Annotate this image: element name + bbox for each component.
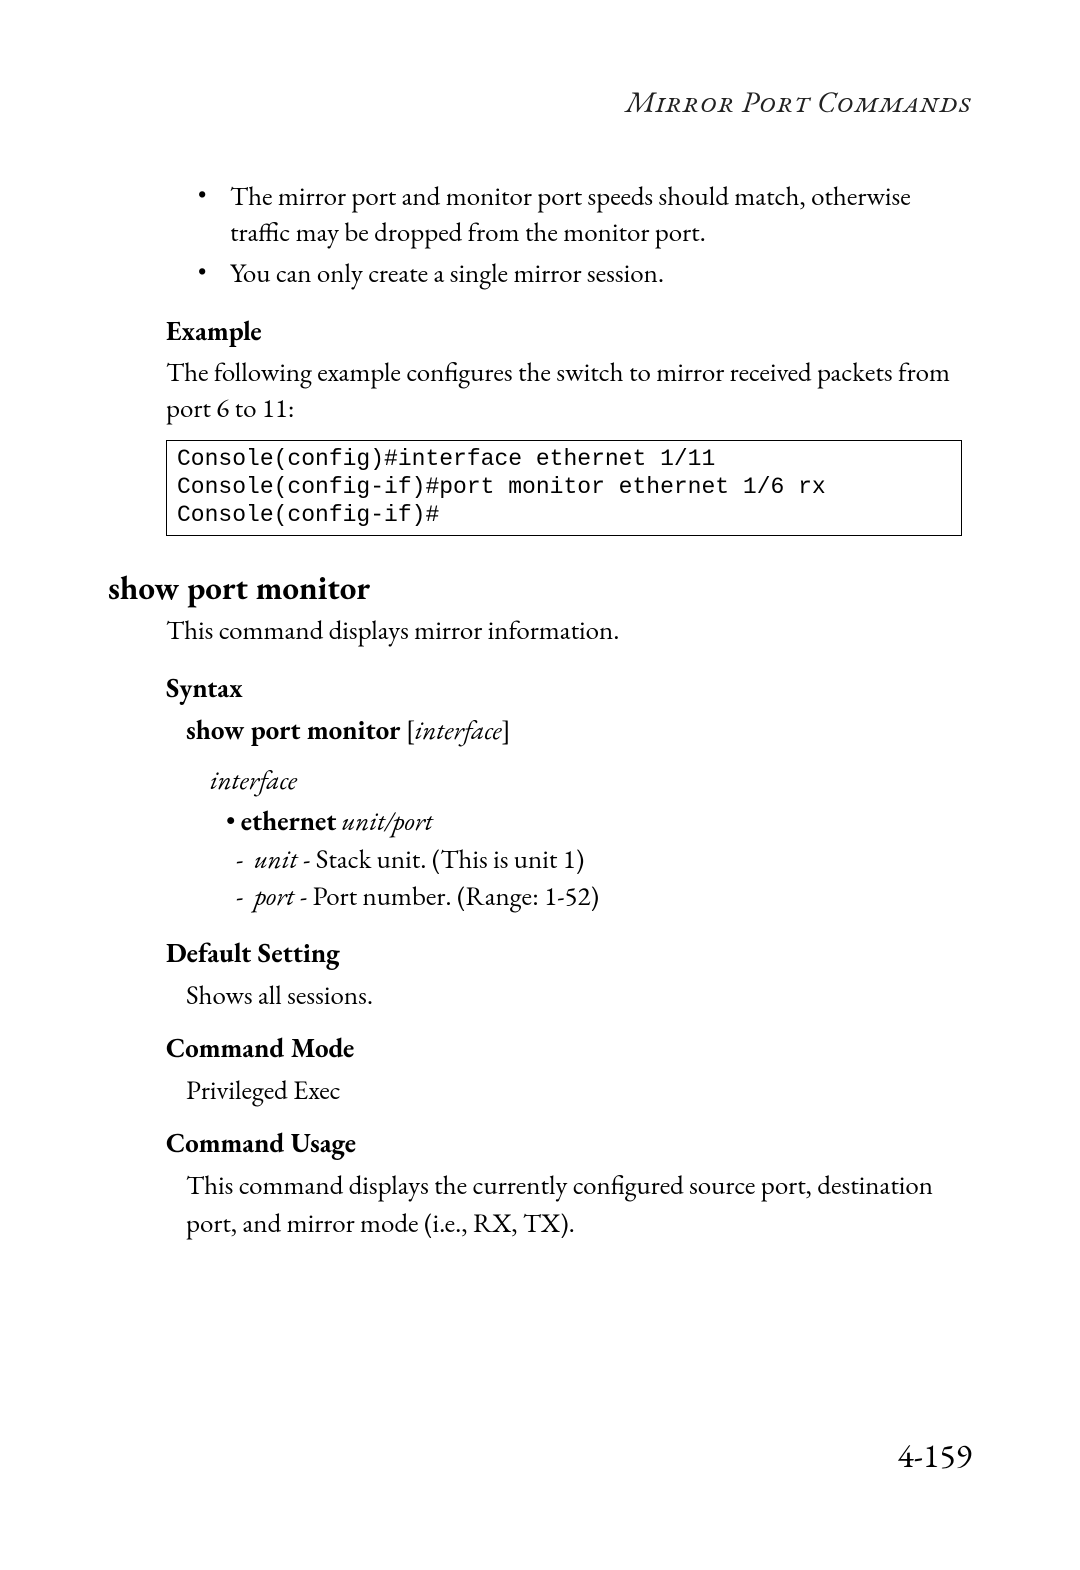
unit-label: unit [254, 842, 297, 877]
ethernet-label: ethernet [241, 804, 337, 839]
command-usage-heading: Command Usage [166, 1126, 972, 1161]
dash-icon: - [236, 842, 254, 877]
example-intro: The following example configures the swi… [166, 355, 972, 426]
port-line: - port - Port number. (Range: 1-52) [236, 878, 972, 916]
list-item: You can only create a single mirror sess… [194, 256, 972, 292]
syntax-cmd-bold: show port monitor [186, 713, 400, 748]
syntax-bracket-close: ] [502, 713, 511, 748]
port-desc: - Port number. (Range: 1-52) [294, 879, 599, 914]
unit-desc: - Stack unit. (This is unit 1) [298, 842, 585, 877]
page: Mirror Port Commands The mirror port and… [0, 0, 1080, 1570]
syntax-heading: Syntax [166, 671, 972, 706]
command-description: This command displays mirror information… [166, 613, 972, 649]
body: The mirror port and monitor port speeds … [166, 179, 972, 1242]
ethernet-port: port [393, 804, 433, 839]
page-number: 4-159 [897, 1434, 972, 1478]
ethernet-sep: / [385, 804, 392, 839]
default-setting-value: Shows all sessions. [186, 977, 972, 1015]
unit-line: - unit - Stack unit. (This is unit 1) [236, 841, 972, 879]
code-block: Console(config)#interface ethernet 1/11 … [166, 440, 962, 536]
syntax-arg: interface [415, 713, 502, 748]
ethernet-unit: unit [342, 804, 385, 839]
port-label: port [254, 879, 294, 914]
list-item: The mirror port and monitor port speeds … [194, 179, 972, 250]
command-mode-heading: Command Mode [166, 1031, 972, 1066]
example-heading: Example [166, 314, 972, 349]
command-usage-value: This command displays the currently conf… [186, 1167, 972, 1243]
syntax-arg-name: interface [210, 760, 972, 802]
default-setting-heading: Default Setting [166, 936, 972, 971]
top-bullet-list: The mirror port and monitor port speeds … [194, 179, 972, 292]
syntax-line: show port monitor [interface] [186, 712, 972, 750]
command-mode-value: Privileged Exec [186, 1072, 972, 1110]
syntax-ethernet-line: • ethernet unit/port [226, 802, 972, 841]
command-title: show port monitor [108, 566, 972, 609]
dash-icon: - [236, 879, 254, 914]
bullet-icon: • [226, 804, 241, 839]
running-header: Mirror Port Commands [108, 82, 972, 121]
syntax-bracket-open: [ [400, 713, 414, 748]
